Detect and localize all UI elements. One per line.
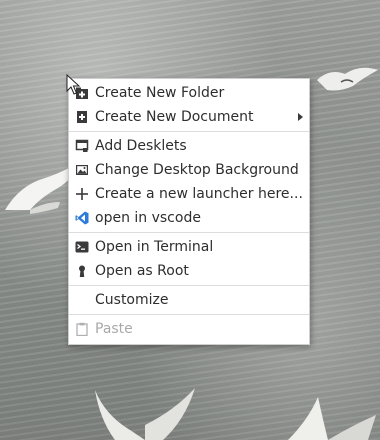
menu-item-label: open in vscode	[95, 210, 201, 226]
open-as-root-item[interactable]: Open as Root	[69, 259, 309, 283]
create-new-document-item[interactable]: Create New Document	[69, 105, 309, 129]
customize-item[interactable]: Customize	[69, 288, 309, 312]
seagull-image	[317, 67, 378, 91]
menu-separator	[69, 131, 309, 132]
seagull-image	[95, 388, 195, 440]
seagull-image	[288, 397, 376, 440]
create-launcher-item[interactable]: Create a new launcher here...	[69, 182, 309, 206]
document-add-icon	[77, 111, 87, 123]
keyhole-icon	[79, 265, 85, 277]
image-icon	[76, 165, 88, 175]
open-in-terminal-item[interactable]: Open in Terminal	[69, 235, 309, 259]
plus-icon	[76, 188, 88, 200]
menu-item-label: Change Desktop Background	[95, 162, 299, 178]
mouse-pointer-icon	[66, 74, 80, 95]
open-in-vscode-item[interactable]: open in vscode	[69, 206, 309, 230]
paste-item: Paste	[69, 317, 309, 341]
menu-item-label: Create a new launcher here...	[95, 186, 303, 202]
menu-separator	[69, 285, 309, 286]
add-desklets-item[interactable]: Add Desklets	[69, 134, 309, 158]
submenu-arrow-icon	[298, 113, 303, 121]
menu-item-label: Create New Document	[95, 109, 254, 125]
desktop-context-menu: Create New Folder Create New Document Ad…	[68, 78, 310, 345]
create-new-folder-item[interactable]: Create New Folder	[69, 81, 309, 105]
menu-item-label: Open as Root	[95, 263, 189, 279]
menu-item-label: Create New Folder	[95, 85, 225, 101]
menu-separator	[69, 232, 309, 233]
menu-item-label: Paste	[95, 321, 133, 337]
desklet-icon	[75, 139, 89, 152]
vscode-icon	[75, 211, 89, 225]
menu-item-label: Add Desklets	[95, 138, 187, 154]
menu-item-label: Open in Terminal	[95, 239, 214, 255]
menu-separator	[69, 314, 309, 315]
menu-item-label: Customize	[95, 292, 169, 308]
terminal-icon	[75, 241, 89, 253]
clipboard-icon	[76, 322, 88, 336]
change-desktop-background-item[interactable]: Change Desktop Background	[69, 158, 309, 182]
